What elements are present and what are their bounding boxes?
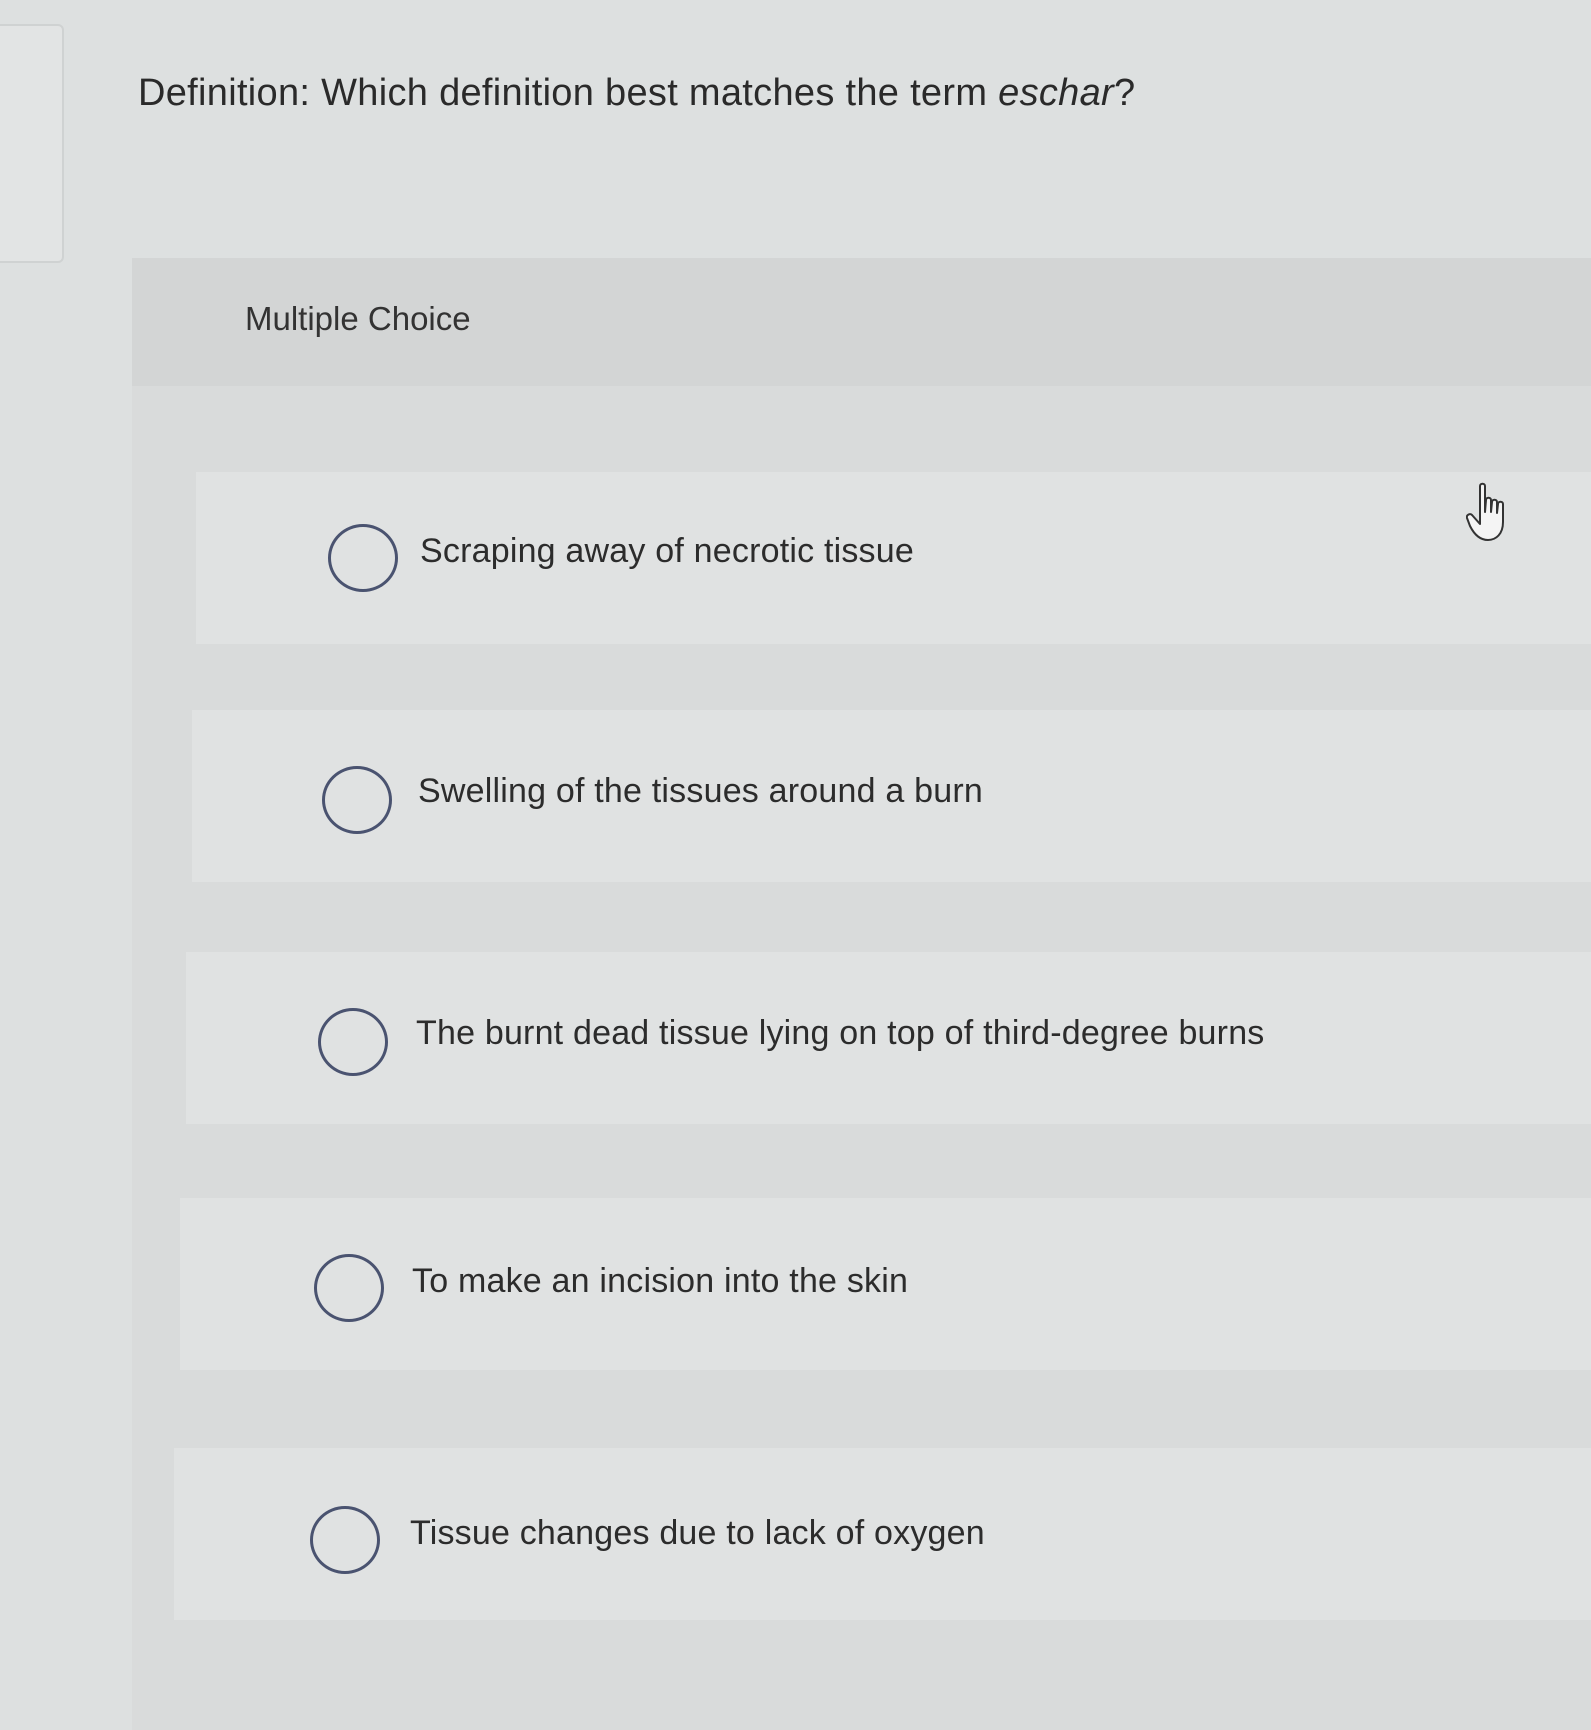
- answer-option[interactable]: To make an incision into the skin: [180, 1198, 1591, 1370]
- question-term: eschar: [998, 72, 1114, 114]
- radio-button[interactable]: [318, 1008, 388, 1076]
- answer-panel: Multiple Choice Scraping away of necroti…: [132, 258, 1591, 1730]
- radio-button[interactable]: [322, 766, 392, 834]
- panel-title: Multiple Choice: [245, 300, 471, 337]
- panel-header: Multiple Choice: [132, 258, 1591, 386]
- answer-option-label: Scraping away of necrotic tissue: [420, 532, 914, 570]
- side-tab: [0, 24, 64, 263]
- question-prefix: Definition: Which definition best matche…: [138, 72, 999, 114]
- answer-option[interactable]: Tissue changes due to lack of oxygen: [174, 1448, 1591, 1620]
- question-text: Definition: Which definition best matche…: [138, 72, 1135, 115]
- radio-button[interactable]: [328, 524, 398, 592]
- answer-option[interactable]: Swelling of the tissues around a burn: [192, 710, 1591, 882]
- question-suffix: ?: [1114, 72, 1136, 114]
- answer-option[interactable]: The burnt dead tissue lying on top of th…: [186, 952, 1591, 1124]
- answer-option-label: Swelling of the tissues around a burn: [418, 772, 983, 810]
- answer-option-label: To make an incision into the skin: [412, 1262, 909, 1300]
- hand-pointer-icon: [1466, 482, 1504, 541]
- answer-option-label: The burnt dead tissue lying on top of th…: [416, 1014, 1265, 1052]
- radio-button[interactable]: [310, 1506, 380, 1574]
- answer-option-label: Tissue changes due to lack of oxygen: [410, 1514, 985, 1552]
- radio-button[interactable]: [314, 1254, 384, 1322]
- answer-option[interactable]: Scraping away of necrotic tissue: [196, 472, 1591, 644]
